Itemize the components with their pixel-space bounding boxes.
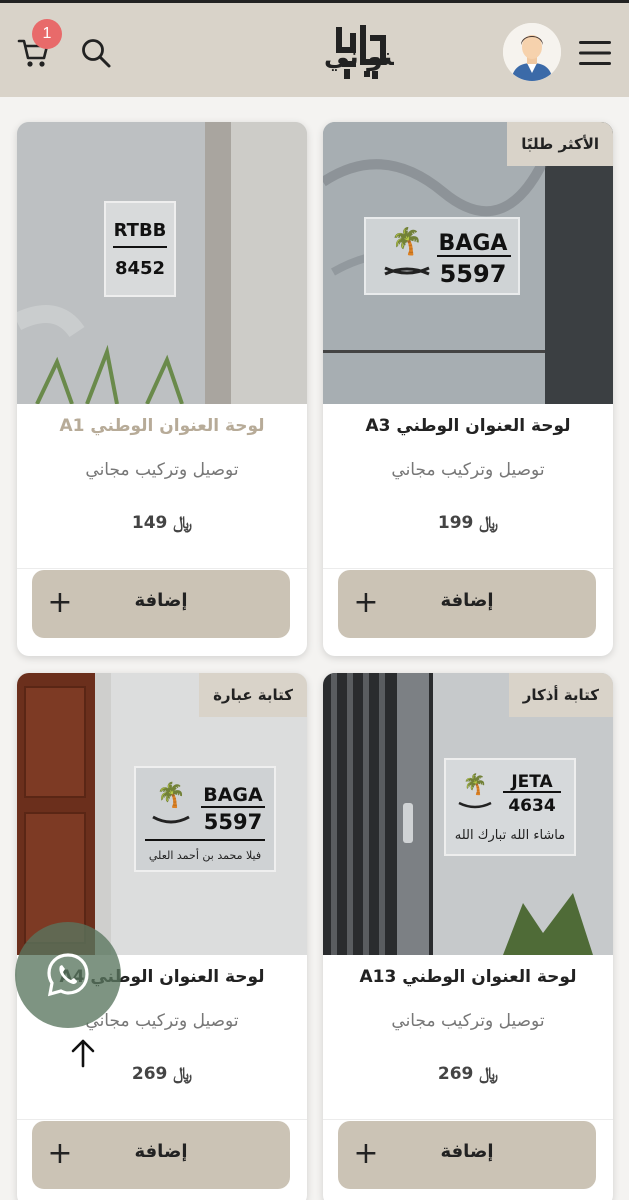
product-badge: الأكثر طلبًا: [507, 122, 613, 166]
scroll-to-top-arrow-icon[interactable]: [66, 1036, 100, 1070]
product-card-a1[interactable]: RTBB 8452 لوحة العنوان الوطني A1 توصيل و…: [17, 122, 307, 656]
add-to-cart-button[interactable]: + إضافة: [32, 1121, 290, 1189]
divider: [323, 568, 613, 569]
product-subtitle: توصيل وتركيب مجاني: [391, 460, 545, 480]
plate-code: JETA: [510, 772, 553, 792]
add-button-label: إضافة: [440, 1141, 494, 1162]
plate-number: 5597: [204, 810, 262, 834]
svg-text:🌴: 🌴: [156, 781, 186, 809]
product-title[interactable]: لوحة العنوان الوطني A13: [323, 967, 613, 987]
price-value: 199: [437, 513, 474, 533]
product-price: 149 ﷼: [17, 513, 307, 533]
product-card-a13[interactable]: 🌴 JETA 4634 ماشاء الله تبارك الله كتابة …: [323, 673, 613, 1200]
divider: [17, 568, 307, 569]
svg-text:🌴: 🌴: [463, 772, 488, 796]
price-value: 149: [131, 513, 168, 533]
cart-count-badge: 1: [32, 19, 62, 49]
product-image[interactable]: RTBB 8452: [17, 122, 307, 404]
plate-number: 4634: [508, 796, 555, 816]
add-to-cart-button[interactable]: + إضافة: [338, 570, 596, 638]
plate-code: RTBB: [114, 220, 167, 241]
product-card-a3[interactable]: 🌴 BAGA 5597 الأكثر طلبًا لوحة العنوان ال…: [323, 122, 613, 656]
price-value: 269: [131, 1064, 168, 1084]
svg-text:🌴: 🌴: [391, 226, 423, 257]
currency-icon: ﷼: [479, 1064, 499, 1084]
product-badge: كتابة عبارة: [199, 673, 307, 717]
product-subtitle: توصيل وتركيب مجاني: [391, 1011, 545, 1031]
add-button-label: إضافة: [134, 1141, 188, 1162]
plate-inscription: ماشاء الله تبارك الله: [455, 828, 565, 843]
product-price: 269 ﷼: [323, 1064, 613, 1084]
add-button-label: إضافة: [440, 590, 494, 611]
hamburger-menu-icon[interactable]: [573, 31, 617, 75]
plate-number: 5597: [440, 260, 507, 288]
product-title[interactable]: لوحة العنوان الوطني A1: [17, 416, 307, 436]
product-badge: كتابة أذكار: [508, 673, 613, 717]
product-price: 199 ﷼: [323, 513, 613, 533]
product-price: 269 ﷼: [17, 1064, 307, 1084]
plate-number: 8452: [115, 258, 165, 279]
product-title[interactable]: لوحة العنوان الوطني A3: [323, 416, 613, 436]
currency-icon: ﷼: [173, 1064, 193, 1084]
plate-inscription: فيلا محمد بن أحمد العلي: [149, 848, 261, 862]
add-to-cart-button[interactable]: + إضافة: [32, 570, 290, 638]
price-value: 269: [437, 1064, 474, 1084]
logo[interactable]: عنواني: [232, 21, 410, 83]
divider: [323, 1119, 613, 1120]
search-icon[interactable]: [76, 33, 116, 73]
top-header: 1 عنواني: [0, 0, 629, 97]
whatsapp-icon: [47, 953, 89, 997]
add-to-cart-button[interactable]: + إضافة: [338, 1121, 596, 1189]
product-subtitle: توصيل وتركيب مجاني: [85, 460, 239, 480]
add-button-label: إضافة: [134, 590, 188, 611]
whatsapp-chat-button[interactable]: [15, 922, 121, 1028]
divider: [17, 1119, 307, 1120]
user-avatar[interactable]: [503, 23, 561, 81]
currency-icon: ﷼: [479, 513, 499, 533]
currency-icon: ﷼: [173, 513, 193, 533]
plate-code: BAGA: [203, 784, 263, 806]
plate-code: BAGA: [439, 231, 508, 256]
